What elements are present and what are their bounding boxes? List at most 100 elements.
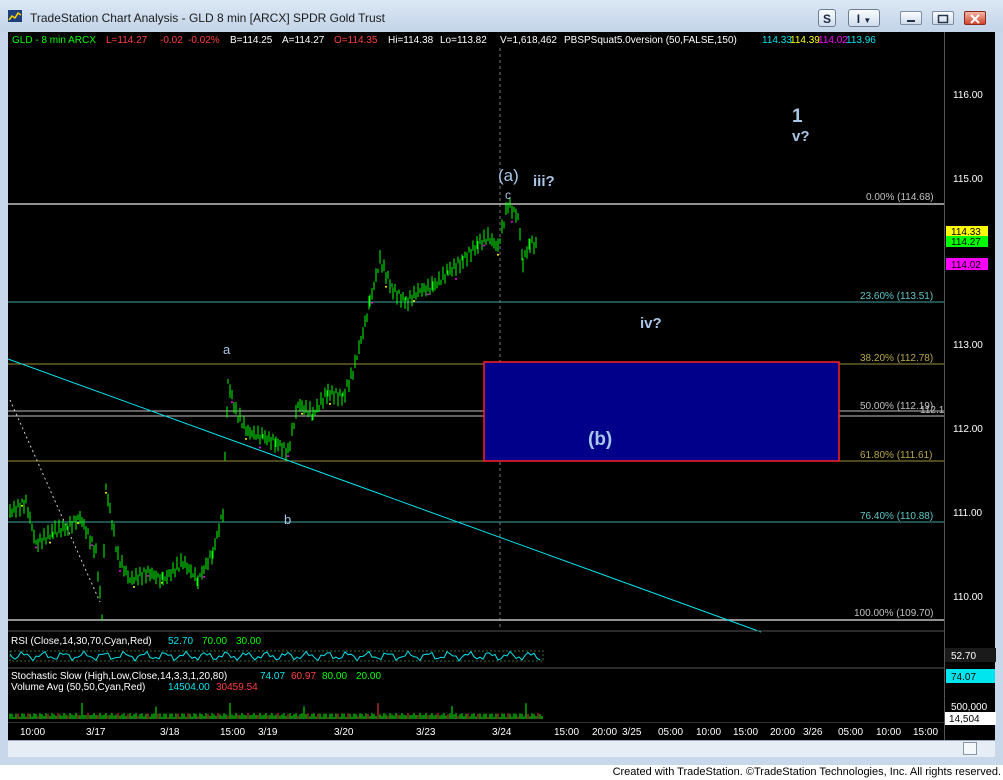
time-axis[interactable]: 10:00 3/17 3/18 15:00 3/19 3/20 3/23 3/24 15:00 2… <box>8 721 944 740</box>
time-tick-label: 3/24 <box>492 727 512 738</box>
close-button[interactable] <box>964 11 986 25</box>
volume-axis-value: 14,504 <box>949 714 980 725</box>
signal-dot <box>49 541 51 544</box>
price-tag-114-02: 114.02 <box>951 260 981 271</box>
maximize-icon <box>937 14 949 24</box>
time-tick-label: 10:00 <box>20 727 45 738</box>
signal-dot <box>133 585 135 588</box>
fib-label-100: 100.00% (109.70) <box>854 608 934 619</box>
price-tick-112: 112.00 <box>953 424 983 435</box>
wave-label-c: c <box>505 188 511 202</box>
rsi-axis-value: 52.70 <box>951 651 976 662</box>
time-tick-label: 15:00 <box>733 727 758 738</box>
price-tick-115: 115.00 <box>953 174 983 185</box>
volume-avg2: 30459.54 <box>216 682 258 693</box>
time-tick-label: 10:00 <box>696 727 721 738</box>
fib-label-0: 0.00% (114.68) <box>866 192 934 203</box>
status-last: L=114.27 <box>106 35 148 46</box>
signal-dot <box>35 546 37 549</box>
signal-dot <box>105 491 107 494</box>
time-tick-label: 20:00 <box>770 727 795 738</box>
time-tick-label: 05:00 <box>658 727 683 738</box>
status-study: PBSPSquat5.0version (50,FALSE,150) <box>564 35 737 46</box>
footer-copyright: Created with TradeStation. ©TradeStation… <box>612 766 1001 778</box>
horizontal-scrollbar[interactable] <box>8 740 995 757</box>
signal-dot <box>147 574 149 577</box>
signal-dot <box>287 455 289 458</box>
signal-dot <box>77 522 79 525</box>
rsi-oversold: 30.00 <box>236 636 261 647</box>
fib-label-382: 38.20% (112.78) <box>860 353 933 364</box>
price-scale-svg: 116.00 115.00 113.00 112.00 111.00 110.0… <box>945 90 996 725</box>
volume-label: Volume Avg (50,50,Cyan,Red) <box>11 682 145 693</box>
rsi-path <box>9 650 541 662</box>
price-tick-110: 110.00 <box>953 592 983 603</box>
signal-dot <box>497 253 499 256</box>
signal-dot <box>21 504 23 507</box>
status-change: -0.02 <box>160 35 183 46</box>
signal-dot <box>511 220 513 223</box>
volume-avg1: 14504.00 <box>168 682 210 693</box>
price-bars <box>9 198 537 621</box>
signal-dot <box>91 544 93 547</box>
status-study-v1: 114.33 <box>762 35 792 46</box>
fib-label-764: 76.40% (110.88) <box>860 511 933 522</box>
time-tick-label: 3/25 <box>622 727 642 738</box>
signal-dot <box>371 301 373 304</box>
time-tick-label: 3/26 <box>803 727 823 738</box>
maximize-button[interactable] <box>932 11 954 25</box>
status-study-v3: 114.02 <box>818 35 848 46</box>
signal-dot <box>301 412 303 415</box>
title-bar: TradeStation Chart Analysis - GLD 8 min … <box>0 0 1003 32</box>
status-low: Lo=113.82 <box>440 35 487 46</box>
minimize-icon <box>907 20 915 22</box>
wave-label-iv: iv? <box>640 315 662 332</box>
status-open: O=114.35 <box>334 35 378 46</box>
time-tick-label: 15:00 <box>913 727 938 738</box>
price-scale[interactable]: 116.00 115.00 113.00 112.00 111.00 110.0… <box>944 32 996 740</box>
stoch-k: 74.07 <box>260 671 285 682</box>
signal-dot <box>413 300 415 303</box>
signal-dot <box>259 446 261 449</box>
wave-label-b: b <box>284 512 291 527</box>
minimize-button[interactable] <box>900 11 922 25</box>
price-chart: GLD - 8 min ARCX L=114.27 -0.02 -0.02% B… <box>8 35 944 719</box>
time-tick-label: 05:00 <box>838 727 863 738</box>
time-tick-label: 15:00 <box>220 727 245 738</box>
window-title: TradeStation Chart Analysis - GLD 8 min … <box>30 11 386 25</box>
signal-dot <box>329 402 331 405</box>
time-axis-svg: 10:00 3/17 3/18 15:00 3/19 3/20 3/23 3/24 15:00 2… <box>8 721 944 738</box>
app-window: TradeStation Chart Analysis - GLD 8 min … <box>0 0 1003 765</box>
price-tick-113: 113.00 <box>953 340 983 351</box>
dropdown-arrow-icon: ▼ <box>863 16 872 25</box>
signal-dot <box>231 401 233 404</box>
symbol-link-button[interactable]: S <box>818 9 836 27</box>
chart-area[interactable]: GLD - 8 min ARCX L=114.27 -0.02 -0.02% B… <box>8 32 944 740</box>
signal-dot <box>245 437 247 440</box>
stoch-d: 60.97 <box>291 671 316 682</box>
price-tag-114-27: 114.27 <box>951 237 981 248</box>
time-tick-label: 3/19 <box>258 727 278 738</box>
volume-bars <box>9 703 543 719</box>
scroll-thumb[interactable] <box>963 742 977 755</box>
status-percent: -0.02% <box>188 35 220 46</box>
time-ticks: 10:00 3/17 3/18 15:00 3/19 3/20 3/23 3/24 15:00 2… <box>20 727 938 738</box>
footer: Created with TradeStation. ©TradeStation… <box>0 765 1003 780</box>
status-ask: A=114.27 <box>282 35 325 46</box>
volume-axis-500k: 500,000 <box>951 702 988 713</box>
status-study-v2: 114.39 <box>790 35 820 46</box>
wave-label-a-paren: (a) <box>498 166 519 185</box>
interval-button[interactable]: I ▼ <box>848 9 880 27</box>
wave-label-a: a <box>223 342 231 357</box>
target-zone-box[interactable] <box>483 361 840 462</box>
price-tick-116: 116.00 <box>953 90 983 101</box>
wave-label-1: 1 <box>792 106 803 127</box>
interval-label: I <box>856 12 861 26</box>
fib-label-618: 61.80% (111.61) <box>860 450 932 461</box>
stoch-label: Stochastic Slow (High,Low,Close,14,3,3,1… <box>11 671 227 682</box>
signal-dot <box>203 575 205 578</box>
signal-dot <box>455 277 457 280</box>
close-icon <box>970 14 980 24</box>
price-tick-111: 111.00 <box>953 508 983 519</box>
rsi-line <box>9 650 544 662</box>
